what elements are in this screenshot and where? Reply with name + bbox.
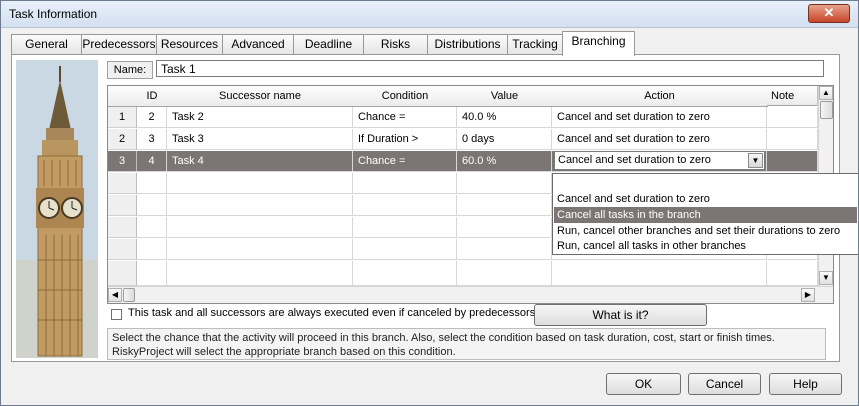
corner-header — [108, 86, 138, 107]
task-information-dialog: Task Information ✕ General Predecessors … — [0, 0, 859, 406]
cell-note[interactable] — [767, 129, 818, 150]
cell-condition[interactable]: Chance = — [353, 151, 457, 172]
cancel-button[interactable]: Cancel — [688, 373, 761, 395]
action-dropdown-list: Cancel and set duration to zero Cancel a… — [552, 173, 858, 255]
cell-value[interactable]: 40.0 % — [457, 107, 552, 128]
window-title: Task Information — [9, 7, 98, 21]
cell-note[interactable] — [767, 107, 818, 128]
tab-deadline[interactable]: Deadline — [293, 34, 364, 55]
cell-note[interactable] — [767, 151, 818, 172]
column-header-id[interactable]: ID — [137, 86, 168, 107]
row-header[interactable]: 1 — [108, 107, 137, 128]
dropdown-option-highlighted[interactable]: Cancel all tasks in the branch — [554, 207, 857, 223]
empty-cell[interactable] — [137, 261, 167, 286]
what-is-it-button[interactable]: What is it? — [534, 304, 707, 326]
cell-successor-name[interactable]: Task 4 — [167, 151, 353, 172]
empty-cell[interactable] — [353, 217, 457, 238]
cell-action[interactable]: Cancel and set duration to zero — [552, 107, 767, 128]
always-execute-label: This task and all successors are always … — [128, 307, 536, 319]
empty-cell[interactable] — [457, 217, 552, 238]
tab-risks[interactable]: Risks — [363, 34, 428, 55]
empty-cell[interactable] — [137, 217, 167, 238]
info-text: Select the chance that the activity will… — [107, 328, 826, 360]
scroll-left-icon[interactable]: ◀ — [108, 288, 122, 302]
cell-condition[interactable]: Chance = — [353, 107, 457, 128]
column-header-successor-name[interactable]: Successor name — [167, 86, 354, 107]
tab-distributions[interactable]: Distributions — [427, 34, 508, 55]
cell-id[interactable]: 2 — [137, 107, 167, 128]
empty-cell[interactable] — [353, 239, 457, 260]
name-label: Name: — [107, 61, 153, 79]
horizontal-scroll-thumb[interactable] — [123, 288, 135, 302]
vertical-scroll-thumb[interactable] — [820, 101, 833, 119]
row-header[interactable] — [108, 195, 137, 216]
tab-tracking[interactable]: Tracking — [507, 34, 563, 55]
tab-general[interactable]: General — [11, 34, 82, 55]
cell-successor-name[interactable]: Task 2 — [167, 107, 353, 128]
row-header-selected[interactable]: 3 — [108, 151, 137, 172]
empty-cell[interactable] — [457, 173, 552, 194]
empty-cell[interactable] — [353, 261, 457, 286]
column-header-action[interactable]: Action — [552, 86, 768, 107]
empty-cell[interactable] — [767, 261, 818, 286]
cell-action[interactable]: Cancel and set duration to zero — [552, 129, 767, 150]
empty-cell[interactable] — [457, 261, 552, 286]
empty-cell[interactable] — [353, 195, 457, 216]
tab-branching[interactable]: Branching — [562, 31, 635, 56]
empty-cell[interactable] — [457, 239, 552, 260]
cell-id[interactable]: 3 — [137, 129, 167, 150]
row-header[interactable] — [108, 217, 137, 238]
empty-cell[interactable] — [167, 195, 353, 216]
column-header-condition[interactable]: Condition — [353, 86, 458, 107]
horizontal-scrollbar[interactable]: ◀ ▶ — [108, 286, 833, 303]
row-header[interactable] — [108, 173, 137, 194]
help-button[interactable]: Help — [769, 373, 842, 395]
empty-cell[interactable] — [167, 261, 353, 286]
empty-cell[interactable] — [137, 195, 167, 216]
scroll-up-icon[interactable]: ▲ — [819, 86, 833, 100]
scroll-right-icon[interactable]: ▶ — [801, 288, 815, 302]
name-input[interactable] — [156, 60, 824, 77]
empty-cell[interactable] — [552, 261, 767, 286]
cell-successor-name[interactable]: Task 3 — [167, 129, 353, 150]
cell-condition[interactable]: If Duration > — [353, 129, 457, 150]
empty-cell[interactable] — [457, 195, 552, 216]
tab-advanced[interactable]: Advanced — [222, 34, 294, 55]
action-combobox-value: Cancel and set duration to zero — [558, 154, 711, 166]
column-header-value[interactable]: Value — [457, 86, 553, 107]
big-ben-image — [16, 60, 98, 358]
empty-cell[interactable] — [353, 173, 457, 194]
chevron-down-icon[interactable]: ▼ — [748, 153, 763, 168]
tab-predecessors[interactable]: Predecessors — [81, 34, 157, 55]
row-header[interactable] — [108, 239, 137, 260]
column-header-note[interactable]: Note — [767, 86, 818, 106]
scroll-down-icon[interactable]: ▼ — [819, 271, 833, 285]
cell-value[interactable]: 0 days — [457, 129, 552, 150]
row-header[interactable]: 2 — [108, 129, 137, 150]
title-bar: Task Information ✕ — [1, 1, 858, 28]
cell-value[interactable]: 60.0 % — [457, 151, 552, 172]
empty-cell[interactable] — [167, 239, 353, 260]
empty-cell[interactable] — [137, 173, 167, 194]
cell-id[interactable]: 4 — [137, 151, 167, 172]
empty-cell[interactable] — [167, 217, 353, 238]
tab-resources[interactable]: Resources — [156, 34, 223, 55]
ok-button[interactable]: OK — [606, 373, 681, 395]
dropdown-option[interactable]: Run, cancel all tasks in other branches — [554, 238, 857, 254]
dropdown-option[interactable]: Run, cancel other branches and set their… — [554, 223, 857, 239]
empty-cell[interactable] — [137, 239, 167, 260]
empty-cell[interactable] — [167, 173, 353, 194]
always-execute-checkbox[interactable] — [111, 309, 122, 320]
dropdown-option[interactable]: Cancel and set duration to zero — [554, 191, 857, 207]
action-combobox[interactable]: Cancel and set duration to zero ▼ — [554, 151, 765, 170]
row-header[interactable] — [108, 261, 137, 286]
close-button[interactable]: ✕ — [808, 4, 850, 23]
